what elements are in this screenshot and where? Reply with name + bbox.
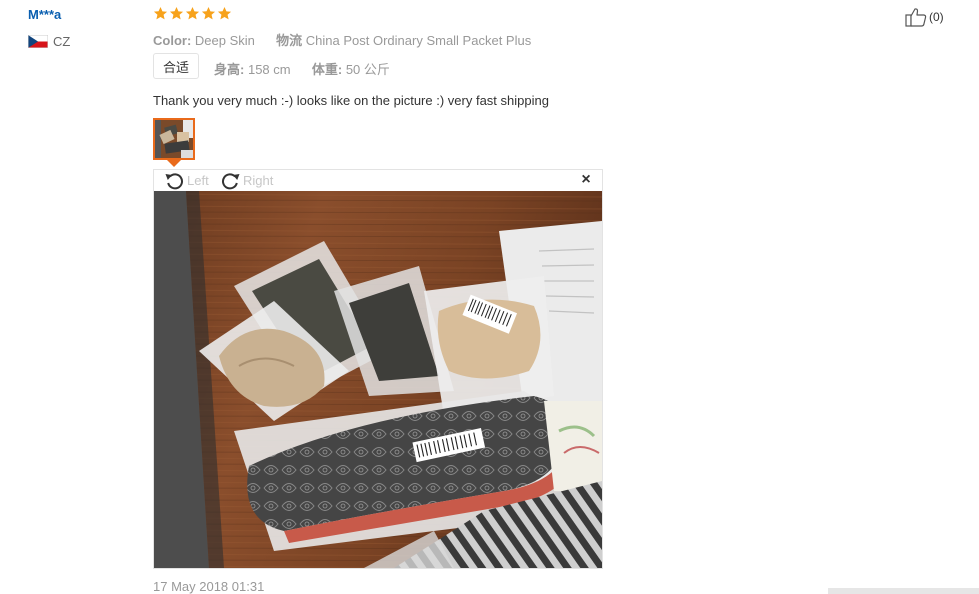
weight-label: 体重: [311, 62, 343, 77]
reviewer-name: M***a [28, 7, 62, 22]
photo-thumbnail-image [155, 120, 193, 158]
star-icon [153, 6, 168, 20]
rotate-left-icon [165, 173, 183, 190]
shipping-value: China Post Ordinary Small Packet Plus [305, 33, 532, 48]
height-label: 身高: [214, 62, 245, 77]
rotate-right-icon [222, 173, 240, 190]
thumbs-up-icon [905, 8, 927, 27]
country-code: CZ [53, 33, 71, 49]
rotate-right-button[interactable]: Right [220, 171, 273, 190]
czech-flag-icon [28, 34, 48, 48]
close-viewer-button[interactable]: × [577, 171, 595, 189]
rotate-left-label: Left [187, 173, 209, 188]
review-photo [154, 191, 602, 568]
viewer-toolbar: Left Right × [154, 170, 602, 191]
color-value: Deep Skin [194, 33, 255, 48]
rotate-left-button[interactable]: Left [164, 171, 209, 190]
body-measurements: 身高: 158 cm 体重: 50 公斤 [214, 59, 390, 78]
helpful-count: (0) [929, 10, 944, 24]
rotate-right-label: Right [243, 173, 274, 188]
star-icon [169, 6, 184, 20]
fit-badge: 合适 [153, 53, 199, 79]
review-text: Thank you very much :-) looks like on th… [153, 93, 549, 108]
color-label: Color: [153, 33, 192, 48]
star-rating [153, 6, 232, 21]
star-icon [217, 6, 232, 20]
review-date: 17 May 2018 01:31 [153, 579, 265, 594]
review-photo-image [154, 191, 602, 568]
star-icon [201, 6, 216, 20]
height-value: 158 cm [247, 62, 291, 77]
thumbnail-pointer [167, 160, 181, 167]
weight-value: 50 公斤 [345, 62, 390, 77]
review-photo-thumbnail[interactable] [153, 118, 195, 160]
shipping-label: 物流 [276, 33, 303, 48]
helpful-button[interactable]: (0) [905, 7, 944, 27]
horizontal-scrollbar[interactable] [828, 588, 979, 594]
star-icon [185, 6, 200, 20]
photo-viewer: Left Right × [153, 169, 603, 569]
order-attributes: Color: Deep Skin 物流 China Post Ordinary … [153, 30, 531, 49]
reviewer-country: CZ [28, 33, 70, 49]
